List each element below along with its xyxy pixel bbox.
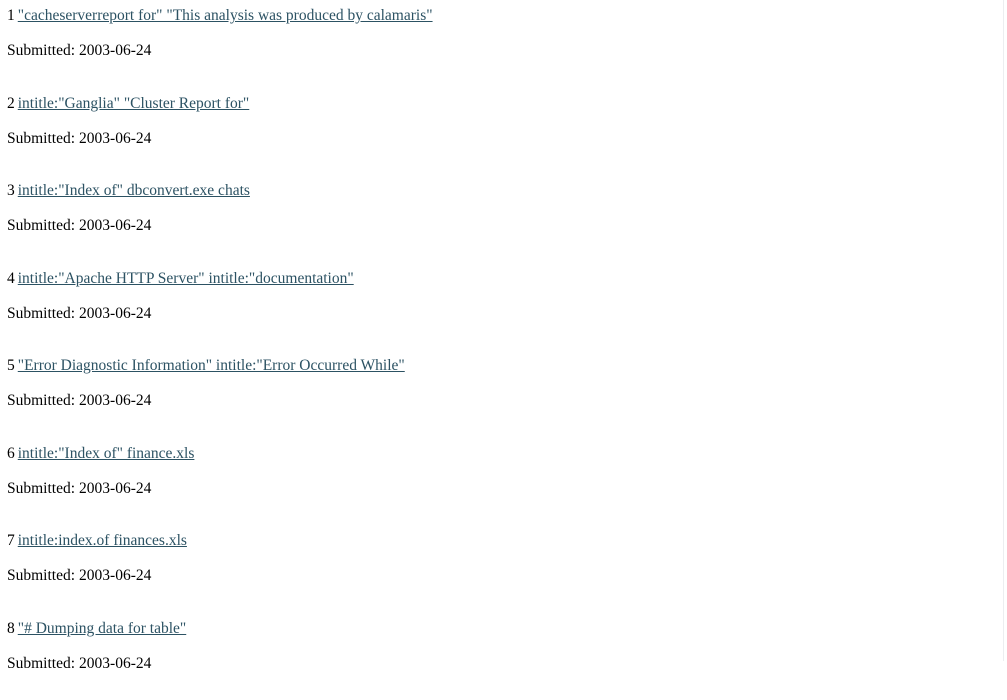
entry-query-line: 6intitle:"Index of" finance.xls — [0, 438, 1003, 463]
submitted-label: Submitted: — [7, 217, 75, 234]
submitted-date: 2003-06-24 — [79, 567, 151, 584]
entry-index: 5 — [7, 357, 15, 374]
entry-submitted-line: Submitted:2003-06-24 — [0, 25, 1003, 60]
entry-list: 1"cacheserverreport for" "This analysis … — [0, 0, 1003, 700]
submitted-date: 2003-06-24 — [79, 42, 151, 59]
entry-submitted-line: Submitted:2003-06-24 — [0, 288, 1003, 323]
entry-submitted-line: Submitted:2003-06-24 — [0, 375, 1003, 410]
submitted-label: Submitted: — [7, 392, 75, 409]
scrollbar-gutter-edge — [1003, 0, 1004, 661]
entry-query-line: 1"cacheserverreport for" "This analysis … — [0, 0, 1003, 25]
entry-index: 7 — [7, 532, 15, 549]
entry-query-link[interactable]: "Error Diagnostic Information" intitle:"… — [18, 357, 405, 374]
submitted-date: 2003-06-24 — [79, 305, 151, 322]
entry-query-line: 3intitle:"Index of" dbconvert.exe chats — [0, 175, 1003, 200]
submitted-label: Submitted: — [7, 655, 75, 672]
entry-query-line: 8"# Dumping data for table" — [0, 613, 1003, 638]
submitted-label: Submitted: — [7, 480, 75, 497]
list-item: 6intitle:"Index of" finance.xlsSubmitted… — [0, 438, 1003, 526]
entry-submitted-line: Submitted:2003-06-24 — [0, 463, 1003, 498]
entry-index: 8 — [7, 620, 15, 637]
submitted-label: Submitted: — [7, 567, 75, 584]
entry-index: 6 — [7, 445, 15, 462]
list-item: 7intitle:index.of finances.xlsSubmitted:… — [0, 525, 1003, 613]
list-item: 1"cacheserverreport for" "This analysis … — [0, 0, 1003, 88]
entry-submitted-line: Submitted:2003-06-24 — [0, 113, 1003, 148]
list-item: 3intitle:"Index of" dbconvert.exe chatsS… — [0, 175, 1003, 263]
entry-query-link[interactable]: intitle:"Index of" dbconvert.exe chats — [18, 182, 250, 199]
submitted-date: 2003-06-24 — [79, 480, 151, 497]
submitted-date: 2003-06-24 — [79, 130, 151, 147]
list-item: 4intitle:"Apache HTTP Server" intitle:"d… — [0, 263, 1003, 351]
list-item: 2intitle:"Ganglia" "Cluster Report for"S… — [0, 88, 1003, 176]
submitted-date: 2003-06-24 — [79, 655, 151, 672]
entry-query-line: 4intitle:"Apache HTTP Server" intitle:"d… — [0, 263, 1003, 288]
entry-query-link[interactable]: "# Dumping data for table" — [18, 620, 186, 637]
submitted-label: Submitted: — [7, 305, 75, 322]
entry-query-link[interactable]: "cacheserverreport for" "This analysis w… — [18, 7, 433, 24]
entry-index: 3 — [7, 182, 15, 199]
submitted-date: 2003-06-24 — [79, 392, 151, 409]
submitted-label: Submitted: — [7, 42, 75, 59]
entry-submitted-line: Submitted:2003-06-24 — [0, 638, 1003, 673]
submitted-date: 2003-06-24 — [79, 217, 151, 234]
entry-query-link[interactable]: intitle:index.of finances.xls — [18, 532, 187, 549]
entry-submitted-line: Submitted:2003-06-24 — [0, 550, 1003, 585]
entry-query-line: 7intitle:index.of finances.xls — [0, 525, 1003, 550]
entry-query-link[interactable]: intitle:"Apache HTTP Server" intitle:"do… — [18, 270, 354, 287]
entry-index: 1 — [7, 7, 15, 24]
list-item: 5"Error Diagnostic Information" intitle:… — [0, 350, 1003, 438]
entry-index: 4 — [7, 270, 15, 287]
entry-query-line: 5"Error Diagnostic Information" intitle:… — [0, 350, 1003, 375]
submitted-label: Submitted: — [7, 130, 75, 147]
entry-query-line: 2intitle:"Ganglia" "Cluster Report for" — [0, 88, 1003, 113]
list-item: 8"# Dumping data for table"Submitted:200… — [0, 613, 1003, 700]
entry-query-link[interactable]: intitle:"Index of" finance.xls — [18, 445, 195, 462]
entry-submitted-line: Submitted:2003-06-24 — [0, 200, 1003, 235]
entry-index: 2 — [7, 95, 15, 112]
entry-query-link[interactable]: intitle:"Ganglia" "Cluster Report for" — [18, 95, 250, 112]
ghdb-results-page: { "page": { "background_color": "#ffffff… — [0, 0, 1007, 661]
